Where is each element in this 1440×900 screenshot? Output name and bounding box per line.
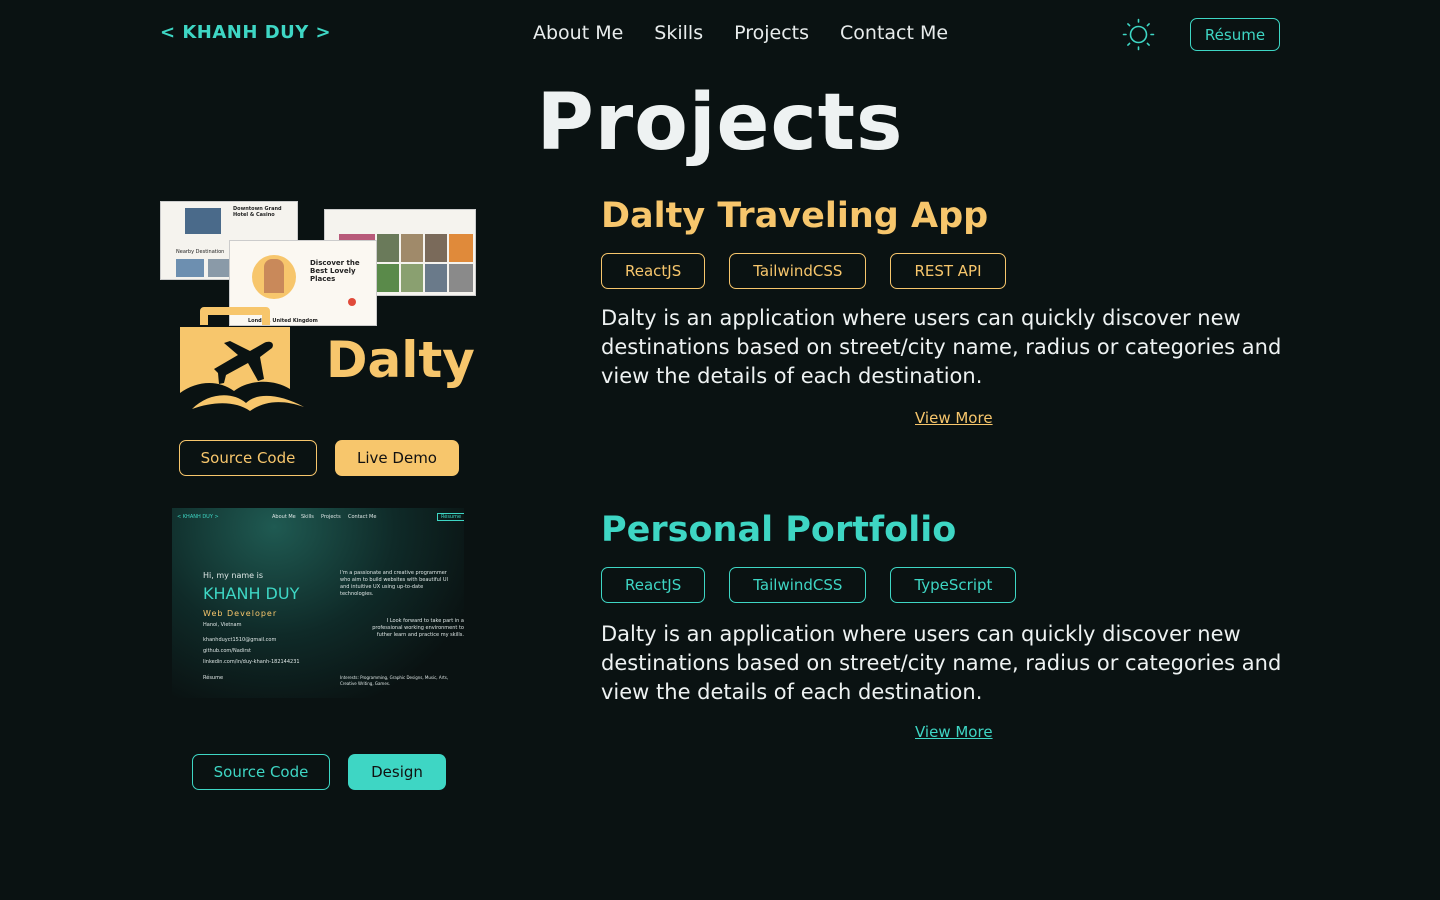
page-title: Projects (536, 78, 904, 168)
dalty-nearby-label: Nearby Destination (176, 249, 225, 255)
thumb-linkedin: linkedin.com/in/duy-khanh-182144231 (203, 659, 300, 665)
dalty-discover-title: Discover the Best Lovely Places (310, 259, 360, 283)
dalty-hotel-title: Downtown Grand Hotel & Casino (233, 206, 282, 218)
portfolio-source-code-button[interactable]: Source Code (192, 754, 330, 790)
thumb-resume: Résume (437, 513, 464, 521)
portfolio-project-title: Personal Portfolio (601, 510, 957, 550)
thumb-github: github.com/Nadirst (203, 648, 251, 654)
dalty-tag-reactjs: ReactJS (601, 253, 706, 289)
portfolio-tag-tailwindcss: TailwindCSS (729, 567, 867, 603)
thumb-nav-contact: Contact Me (348, 514, 377, 520)
resume-button[interactable]: Résume (1190, 18, 1280, 51)
main-nav: About Me Skills Projects Contact Me (533, 22, 948, 44)
thumb-hi: Hi, my name is (203, 571, 264, 580)
nav-contact-me[interactable]: Contact Me (840, 22, 948, 44)
dalty-tag-tailwindcss: TailwindCSS (729, 253, 867, 289)
portfolio-thumbnail: < KHANH DUY > About Me Skills Projects C… (172, 508, 464, 698)
dalty-project-title: Dalty Traveling App (601, 196, 989, 236)
thumb-nav-about: About Me (272, 514, 296, 520)
nav-projects[interactable]: Projects (734, 22, 809, 44)
dalty-view-more-link[interactable]: View More (915, 409, 993, 427)
dalty-live-demo-button[interactable]: Live Demo (335, 440, 459, 476)
portfolio-tag-reactjs: ReactJS (601, 567, 706, 603)
portfolio-description: Dalty is an application where users can … (601, 622, 1282, 704)
dalty-suitcase-logo (180, 307, 304, 411)
thumb-name: KHANH DUY (203, 584, 300, 603)
thumb-intro-1: I'm a passionate and creative programmer… (340, 570, 448, 597)
dalty-tag-list: ReactJS TailwindCSS REST API (601, 253, 1006, 289)
nav-skills[interactable]: Skills (654, 22, 703, 44)
thumb-interests: Interests: Programming, Graphic Designs,… (340, 675, 449, 686)
portfolio-design-button[interactable]: Design (348, 754, 446, 790)
dalty-logo-text: Dalty (326, 331, 475, 389)
dalty-tag-rest-api: REST API (890, 253, 1006, 289)
portfolio-view-more-link[interactable]: View More (915, 723, 993, 741)
thumb-email: khanhduyct1510@gmail.com (203, 637, 277, 643)
thumb-nav-projects: Projects (321, 514, 341, 520)
thumb-role: Web Developer (203, 609, 278, 618)
site-logo[interactable]: < KHANH DUY > (160, 22, 331, 43)
thumb-logo: < KHANH DUY > (177, 514, 219, 520)
nav-about-me[interactable]: About Me (533, 22, 623, 44)
dalty-description: Dalty is an application where users can … (601, 306, 1282, 388)
thumb-resume-link: Résume (203, 675, 224, 681)
thumb-nav-skills: Skills (301, 514, 314, 520)
portfolio-tag-typescript: TypeScript (890, 567, 1017, 603)
portfolio-tag-list: ReactJS TailwindCSS TypeScript (601, 567, 1017, 603)
dalty-source-code-button[interactable]: Source Code (179, 440, 317, 476)
sun-icon[interactable] (1122, 18, 1155, 51)
thumb-location: Hanoi, Vietnam (203, 622, 242, 628)
thumb-intro-2: I Look forward to take part in a profess… (372, 618, 464, 638)
